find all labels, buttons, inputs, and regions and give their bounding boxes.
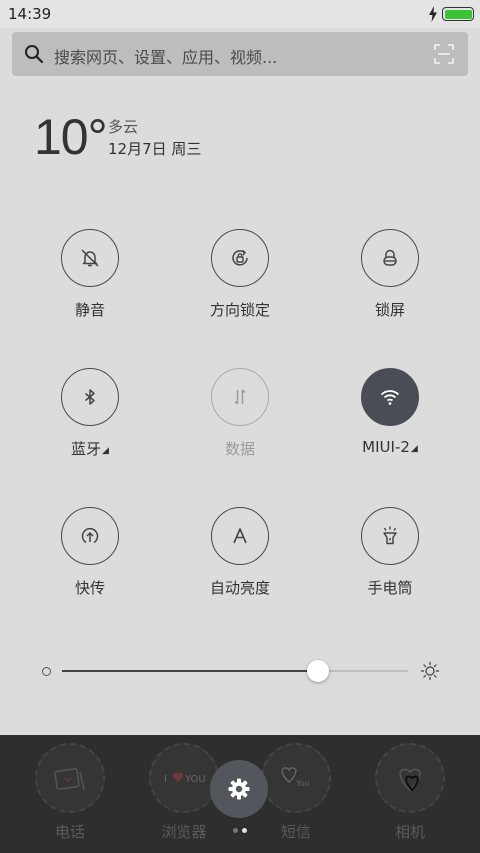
gear-icon bbox=[228, 778, 250, 800]
sms-app-icon: You bbox=[261, 743, 331, 813]
toggle-lock-screen[interactable]: 锁屏 bbox=[330, 229, 450, 329]
phone-app-icon bbox=[35, 743, 105, 813]
toggle-mobile-data[interactable]: 数据 bbox=[180, 368, 300, 468]
page-indicator-dot bbox=[242, 828, 247, 833]
battery-level bbox=[444, 9, 472, 19]
toggle-quick-share[interactable]: 快传 bbox=[30, 507, 150, 607]
mobile-data-icon bbox=[211, 368, 269, 426]
toggle-label: 数据 bbox=[224, 440, 255, 458]
weather-condition: 多云 bbox=[108, 118, 139, 136]
search-icon bbox=[25, 45, 44, 64]
toggle-wifi[interactable]: MIUI-2◢ bbox=[330, 368, 450, 468]
search-bar[interactable]: 搜索网页、设置、应用、视频... bbox=[12, 32, 468, 76]
toggle-auto-brightness[interactable]: 自动亮度 bbox=[180, 507, 300, 607]
toggle-flashlight[interactable]: 手电筒 bbox=[330, 507, 450, 607]
camera-app-icon bbox=[375, 743, 445, 813]
battery-icon bbox=[442, 7, 474, 21]
status-time: 14:39 bbox=[8, 5, 52, 23]
toggle-label: 快传 bbox=[74, 579, 105, 597]
dock-app-label: 相机 bbox=[394, 823, 425, 841]
lock-icon bbox=[361, 229, 419, 287]
svg-text:I: I bbox=[164, 774, 167, 785]
quick-share-icon bbox=[61, 507, 119, 565]
svg-text:YOU: YOU bbox=[184, 774, 206, 785]
toggle-label: MIUI-2◢ bbox=[362, 438, 418, 456]
flashlight-icon bbox=[361, 507, 419, 565]
charging-icon bbox=[429, 6, 437, 22]
scan-icon[interactable] bbox=[434, 44, 454, 64]
bell-off-icon bbox=[61, 229, 119, 287]
dock-app-label: 浏览器 bbox=[161, 823, 207, 841]
dock-app-label: 电话 bbox=[54, 823, 85, 841]
toggle-label: 蓝牙◢ bbox=[71, 440, 109, 458]
search-placeholder: 搜索网页、设置、应用、视频... bbox=[54, 48, 278, 67]
toggle-mute[interactable]: 静音 bbox=[30, 229, 150, 329]
svg-text:You: You bbox=[295, 779, 310, 788]
weather-date: 12月7日 周三 bbox=[108, 140, 202, 158]
toggle-rotation-lock[interactable]: 方向锁定 bbox=[180, 229, 300, 329]
dock-app-phone[interactable]: 电话 bbox=[30, 743, 110, 842]
page-indicator-dot bbox=[233, 828, 238, 833]
dock-app-sms[interactable]: You 短信 bbox=[256, 743, 336, 842]
toggle-bluetooth[interactable]: 蓝牙◢ bbox=[30, 368, 150, 468]
toggle-label: 静音 bbox=[74, 301, 105, 319]
brightness-track[interactable] bbox=[62, 660, 408, 682]
rotation-lock-icon bbox=[211, 229, 269, 287]
weather-temperature: 10° bbox=[34, 109, 108, 165]
bluetooth-icon bbox=[61, 368, 119, 426]
toggle-label: 手电筒 bbox=[367, 579, 413, 597]
brightness-low-icon bbox=[42, 667, 51, 676]
expand-arrow-icon: ◢ bbox=[102, 446, 109, 456]
toggle-label: 方向锁定 bbox=[209, 301, 270, 319]
browser-app-icon: I YOU bbox=[149, 743, 219, 813]
wifi-icon bbox=[361, 368, 419, 426]
brightness-fill bbox=[62, 670, 319, 672]
brightness-high-icon bbox=[420, 661, 440, 681]
expand-arrow-icon: ◢ bbox=[410, 444, 418, 454]
toggle-label: 锁屏 bbox=[374, 301, 405, 319]
brightness-thumb[interactable] bbox=[307, 660, 330, 682]
auto-brightness-icon bbox=[211, 507, 269, 565]
toggle-label: 自动亮度 bbox=[209, 579, 270, 597]
dock-app-camera[interactable]: 相机 bbox=[370, 743, 450, 842]
dock-app-label: 短信 bbox=[280, 823, 311, 841]
settings-button[interactable] bbox=[210, 760, 268, 818]
status-bar: 14:39 bbox=[0, 0, 480, 28]
